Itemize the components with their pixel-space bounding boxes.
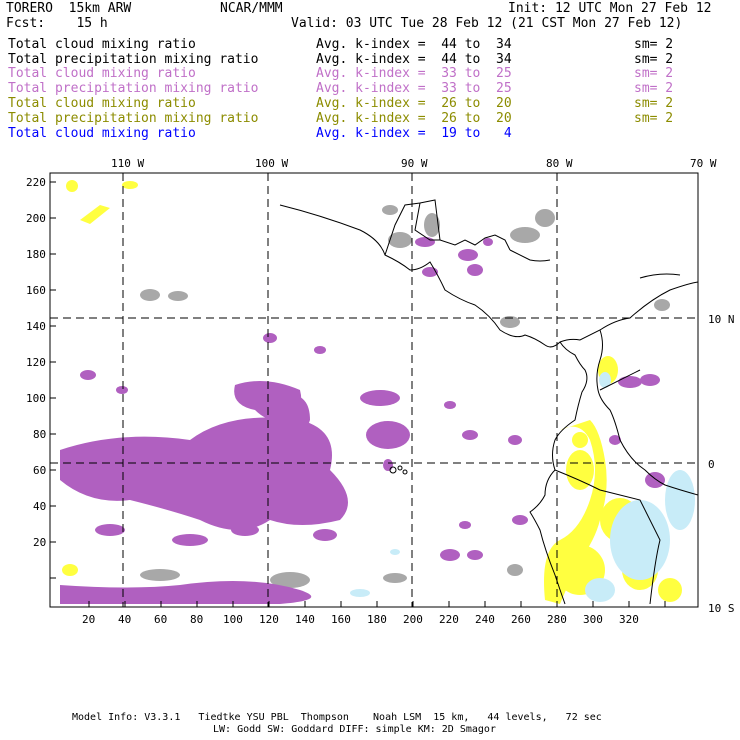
x-label: 100: [223, 613, 243, 626]
x-label: 160: [331, 613, 351, 626]
x-label: 280: [547, 613, 567, 626]
x-label: 60: [154, 613, 168, 626]
y-label: 220: [26, 176, 46, 189]
x-label: 40: [118, 613, 132, 626]
x-label: 220: [439, 613, 459, 626]
x-label: 320: [619, 613, 639, 626]
y-label: 40: [33, 500, 47, 513]
lon-label-110w: 110 W: [111, 157, 145, 170]
lon-label-90w: 90 W: [401, 157, 428, 170]
y-label: 160: [26, 284, 46, 297]
lightblue-cloud-field: [350, 372, 695, 602]
lon-label-100w: 100 W: [255, 157, 289, 170]
x-label: 260: [511, 613, 531, 626]
y-label: 120: [26, 356, 46, 369]
y-label: 180: [26, 248, 46, 261]
y-label: 80: [33, 428, 47, 441]
lat-label-10s: 10 S: [708, 602, 735, 615]
y-label: 20: [33, 536, 47, 549]
y-label: 60: [33, 464, 47, 477]
x-label: 140: [295, 613, 315, 626]
y-label: 100: [26, 392, 46, 405]
lat-label-0: 0: [708, 458, 715, 471]
y-label: 200: [26, 212, 46, 225]
x-label: 80: [190, 613, 204, 626]
lon-label-80w: 80 W: [546, 157, 573, 170]
lon-label-70w: 70 W: [690, 157, 717, 170]
x-label: 120: [259, 613, 279, 626]
x-label: 300: [583, 613, 603, 626]
lat-label-10n: 10 N: [708, 313, 735, 326]
x-label: 240: [475, 613, 495, 626]
forecast-map: [49, 172, 699, 608]
physics-info: LW: Godd SW: Goddard DIFF: simple KM: 2D…: [213, 724, 496, 735]
x-label: 180: [367, 613, 387, 626]
hydrometeor-fields: [60, 180, 695, 604]
y-label: 140: [26, 320, 46, 333]
x-label: 200: [403, 613, 423, 626]
x-label: 20: [82, 613, 96, 626]
